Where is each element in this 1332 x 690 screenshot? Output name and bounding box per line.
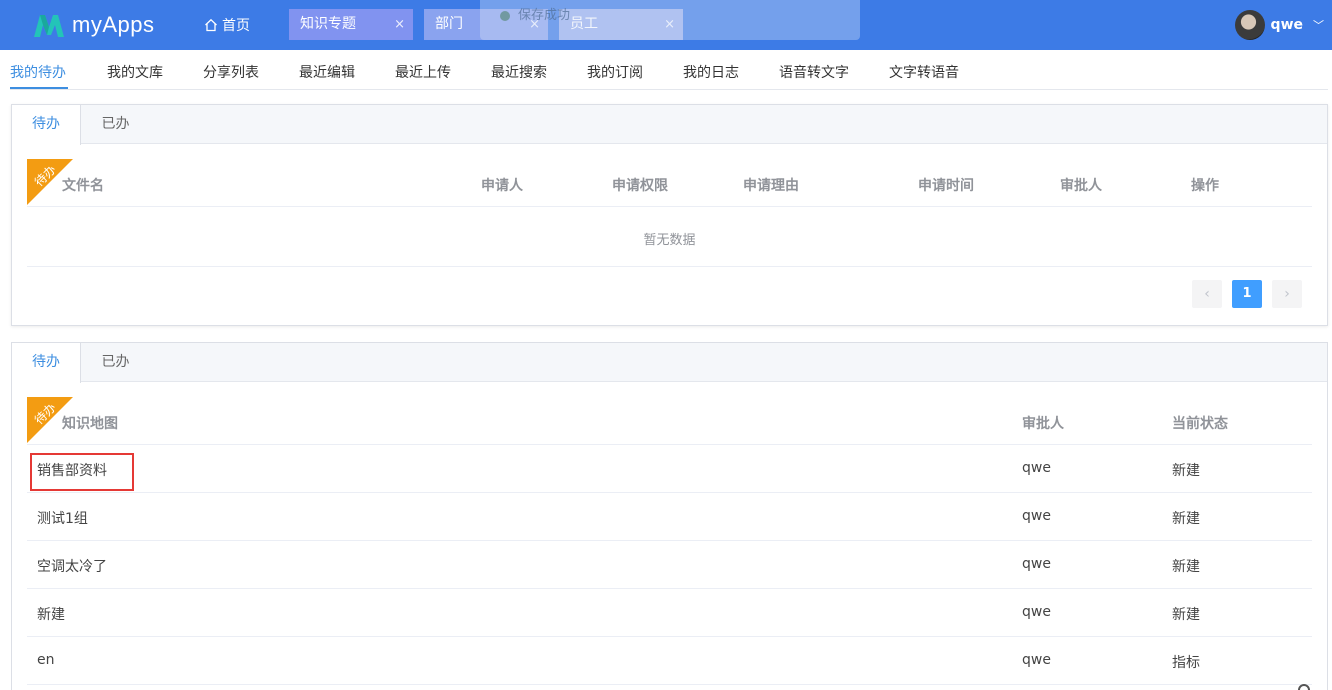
nav-share-list[interactable]: 分享列表 — [203, 62, 259, 82]
nav-text-to-speech[interactable]: 文字转语音 — [889, 62, 959, 82]
cell-status: 新建 — [1172, 511, 1200, 527]
col-current-status: 当前状态 — [1172, 416, 1228, 432]
panel-tabs: 待办 已办 — [12, 343, 1327, 383]
nav-divider — [10, 89, 1328, 90]
app-logo[interactable]: myApps — [32, 9, 154, 41]
prev-page-button[interactable]: ‹ — [1192, 280, 1222, 308]
col-knowledge-map: 知识地图 — [62, 416, 118, 432]
col-approver: 审批人 — [1060, 178, 1102, 194]
next-page-button[interactable]: › — [1272, 280, 1302, 308]
success-icon — [500, 10, 510, 21]
avatar — [1234, 10, 1265, 40]
row-divider — [27, 684, 1312, 685]
col-filename: 文件名 — [62, 178, 104, 194]
cell-approver: qwe — [1022, 460, 1051, 476]
nav-my-log[interactable]: 我的日志 — [683, 62, 739, 82]
close-icon[interactable]: × — [394, 9, 405, 40]
table-row[interactable] — [27, 445, 1312, 492]
col-request-time: 申请时间 — [918, 178, 974, 194]
cell-name[interactable]: 空调太冷了 — [37, 556, 107, 576]
main-nav: 我的待办 我的文库 分享列表 最近编辑 最近上传 最近搜索 我的订阅 我的日志 … — [0, 50, 1332, 90]
nav-my-todo[interactable]: 我的待办 — [10, 62, 66, 82]
home-icon — [205, 18, 217, 32]
home-label: 首页 — [222, 18, 250, 34]
cell-status: 新建 — [1172, 607, 1200, 623]
tab-label: 部门 — [435, 16, 463, 32]
nav-recent-edit[interactable]: 最近编辑 — [299, 62, 355, 82]
tab-done[interactable]: 已办 — [81, 105, 150, 144]
table-row[interactable] — [27, 541, 1312, 588]
nav-my-library[interactable]: 我的文库 — [107, 62, 163, 82]
page-1-button[interactable]: 1 — [1232, 280, 1262, 308]
tab-todo[interactable]: 待办 — [12, 343, 81, 383]
nav-recent-search[interactable]: 最近搜索 — [491, 62, 547, 82]
tab-knowledge-topic[interactable]: 知识专题 × — [289, 9, 413, 40]
app-name: myApps — [72, 12, 155, 37]
user-name: qwe — [1270, 17, 1303, 33]
cell-approver: qwe — [1022, 556, 1051, 572]
logo-m-icon — [32, 11, 66, 39]
cell-status: 新建 — [1172, 559, 1200, 575]
toast-text: 保存成功 — [518, 8, 571, 23]
cell-name[interactable]: en — [37, 652, 55, 668]
user-menu[interactable]: qwe ﹀ — [1234, 10, 1324, 40]
cell-approver: qwe — [1022, 652, 1051, 668]
col-reason: 申请理由 — [743, 178, 799, 194]
cell-approver: qwe — [1022, 604, 1051, 620]
table-row[interactable] — [27, 637, 1312, 684]
scroll-handle[interactable] — [1298, 684, 1310, 690]
tab-todo[interactable]: 待办 — [12, 105, 81, 145]
col-permission: 申请权限 — [612, 178, 668, 194]
cell-approver: qwe — [1022, 508, 1051, 524]
panel-tabs: 待办 已办 — [12, 105, 1327, 145]
top-header: myApps 首页 知识专题 × 部门 × 员工 × 保存成功 qwe ﹀ — [0, 0, 1332, 50]
col-applicant: 申请人 — [481, 178, 523, 194]
header-divider — [27, 206, 1312, 207]
nav-recent-upload[interactable]: 最近上传 — [395, 62, 451, 82]
cell-status: 指标 — [1172, 655, 1200, 671]
chevron-down-icon: ﹀ — [1313, 19, 1324, 32]
save-success-toast: 保存成功 — [480, 0, 860, 40]
col-approver: 审批人 — [1022, 416, 1064, 432]
nav-my-subscription[interactable]: 我的订阅 — [587, 62, 643, 82]
tab-done[interactable]: 已办 — [81, 343, 150, 382]
empty-state: 暂无数据 — [643, 233, 696, 248]
cell-status: 新建 — [1172, 463, 1200, 479]
cell-name[interactable]: 测试1组 — [37, 508, 88, 528]
cell-name[interactable]: 新建 — [37, 604, 65, 624]
table-row[interactable] — [27, 589, 1312, 636]
permission-request-panel: 待办 已办 待办 文件名 申请人 申请权限 申请理由 申请时间 审批人 操作 暂… — [11, 104, 1328, 326]
tab-label: 知识专题 — [300, 16, 356, 32]
nav-speech-to-text[interactable]: 语音转文字 — [779, 62, 849, 82]
knowledge-map-panel: 待办 已办 待办 知识地图 审批人 当前状态 销售部资料 qwe 新建 测试1组… — [11, 342, 1328, 690]
table-row[interactable] — [27, 493, 1312, 540]
row-divider — [27, 266, 1312, 267]
home-link[interactable]: 首页 — [204, 15, 250, 35]
col-actions: 操作 — [1191, 178, 1219, 194]
selection-highlight-box — [30, 453, 134, 491]
